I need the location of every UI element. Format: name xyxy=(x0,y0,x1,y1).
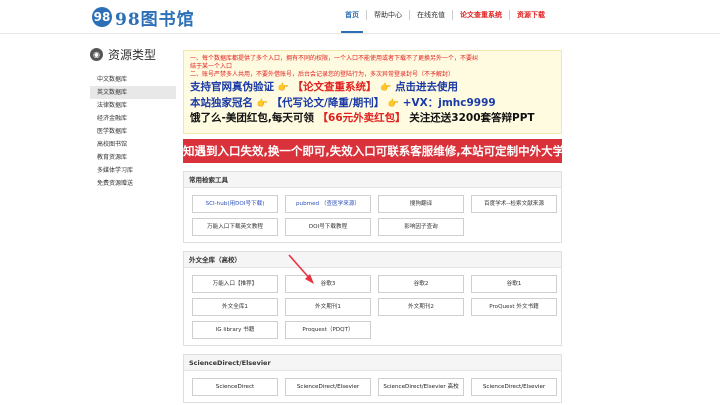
red-packet-link[interactable]: 【66元外卖红包】 xyxy=(318,112,406,124)
sidebar: ◉ 资源类型 中文数据库 英文数据库 法律数据库 经济金融库 医学数据库 高校图书馆 教育资… xyxy=(90,46,176,190)
nav-item-0[interactable]: 首页 xyxy=(338,10,366,20)
plagiarism-system-link[interactable]: 【论文查重系统】 xyxy=(293,81,377,93)
sidebar-item[interactable]: 教育资源库 xyxy=(90,151,176,164)
promo-line-1: 支持官网真伪验证 👉 【论文查重系统】 👉 点击进去使用 xyxy=(190,81,555,95)
site-logo[interactable]: 98 98图书馆 xyxy=(92,6,195,30)
sidebar-item[interactable]: 医学数据库 xyxy=(90,125,176,138)
nav-item-1[interactable]: 帮助中心 xyxy=(366,10,409,20)
pointing-hand-icon: 👉 xyxy=(277,83,289,93)
resource-entry-button[interactable]: ScienceDirect/Elsevier xyxy=(285,378,371,396)
logo-badge: 98 xyxy=(92,7,112,27)
resource-section: ScienceDirect/Elsevier ScienceDirect Scien… xyxy=(183,354,562,403)
sidebar-item[interactable]: 高校图书馆 xyxy=(90,138,176,151)
resource-entry-button[interactable]: SCI-hub(用DOI号下载) xyxy=(192,195,278,213)
section-title: 常用检索工具 xyxy=(184,172,561,188)
resource-entry-button[interactable]: 影响因子查询 xyxy=(378,218,464,236)
nav-item-4[interactable]: 资源下载 xyxy=(509,10,552,20)
notice-line-2: 结于某一个入口 xyxy=(190,63,233,70)
writing-service-link[interactable]: 【代写论文/降重/期刊】 xyxy=(272,97,385,109)
resource-entry-button[interactable]: ProQuest 外文书籍 xyxy=(471,298,557,316)
logo-text: 98图书馆 xyxy=(115,9,195,30)
resource-entry-button[interactable]: IG library 书籍 xyxy=(192,321,278,339)
resource-entry-button[interactable]: Proquest（PDQT） xyxy=(285,321,371,339)
resource-type-icon: ◉ xyxy=(90,48,103,61)
pointing-hand-icon: 👉 xyxy=(387,99,400,109)
resource-entry-button[interactable]: ScienceDirect/Elsevier 高校 xyxy=(378,378,464,396)
sidebar-item[interactable]: 免费资源赠送 xyxy=(90,177,176,190)
section-button-grid: ScienceDirect ScienceDirect/Elsevier Scien… xyxy=(184,371,561,402)
nav-active-underline xyxy=(341,31,363,33)
resource-entry-button[interactable]: 外文期刊1 xyxy=(285,298,371,316)
nav-item-3[interactable]: 论文查重系统 xyxy=(452,10,509,20)
food-delivery-text: 饿了么-美团红包,每天可领 xyxy=(190,112,314,124)
main-nav: 首页 帮助中心 在线充值 论文查重系统 资源下载 xyxy=(338,10,552,20)
section-button-grid: SCI-hub(用DOI号下载) pubmed （查医学来源） 搜狗翻译 百度学术--… xyxy=(184,188,561,242)
click-to-use-link[interactable]: 点击进去使用 xyxy=(395,81,458,93)
main-content: 一、每个数据库都提供了多个入口，拥有不同的权限，一个入口不能使用或者下载不了更换… xyxy=(183,50,562,403)
sidebar-title-text: 资源类型 xyxy=(108,48,157,62)
sidebar-item[interactable]: 经济金融库 xyxy=(90,112,176,125)
pointing-hand-icon: 👉 xyxy=(380,83,392,93)
top-bar: 98 98图书馆 首页 帮助中心 在线充值 论文查重系统 资源下载 xyxy=(0,0,720,34)
sidebar-title: ◉ 资源类型 xyxy=(90,46,176,63)
resource-entry-button[interactable]: DOI号下载教程 xyxy=(285,218,371,236)
resource-entry-button[interactable]: pubmed （查医学来源） xyxy=(285,195,371,213)
resource-section: 常用检索工具 SCI-hub(用DOI号下载) pubmed （查医学来源） 搜狗翻译… xyxy=(183,171,562,243)
promo-line-3: 饿了么-美团红包,每天可领 【66元外卖红包】 关注还送3200套答辩PPT xyxy=(190,111,555,125)
pointing-hand-icon: 👉 xyxy=(256,99,268,109)
sidebar-item[interactable]: 法律数据库 xyxy=(90,99,176,112)
resource-entry-button[interactable]: 谷歌1 xyxy=(471,275,557,293)
notice-box: 一、每个数据库都提供了多个入口，拥有不同的权限，一个入口不能使用或者下载不了更换… xyxy=(183,50,562,134)
section-button-grid: 万能入口【推荐】 谷歌3 谷歌2 谷歌1 外文全库1 外文期刊1 外文期刊2 ProQuest… xyxy=(184,268,561,345)
sidebar-item[interactable]: 英文数据库 xyxy=(90,86,176,99)
resource-entry-button[interactable]: 外文全库1 xyxy=(192,298,278,316)
notice-line-1: 一、每个数据库都提供了多个入口，拥有不同的权限，一个入口不能使用或者下载不了更换… xyxy=(190,55,479,62)
resource-entry-button[interactable]: 万能入口下载英文教程 xyxy=(192,218,278,236)
resource-entry-button[interactable]: ScienceDirect xyxy=(192,378,278,396)
wechat-contact: +VX：jmhc9999 xyxy=(402,97,496,109)
promo-line-2: 本站独家冠名 👉 【代写论文/降重/期刊】 👉 +VX：jmhc9999 xyxy=(190,97,555,111)
section-title: ScienceDirect/Elsevier xyxy=(184,355,561,371)
resource-entry-button[interactable]: 搜狗翻译 xyxy=(378,195,464,213)
promo-exclusive-text: 本站独家冠名 xyxy=(190,97,253,109)
ppt-offer-text: 关注还送3200套答辩PPT xyxy=(409,112,535,124)
resource-entry-button[interactable]: 万能入口【推荐】 xyxy=(192,275,278,293)
section-title: 外文全库（高校） xyxy=(184,252,561,268)
sidebar-item[interactable]: 多媒体学习库 xyxy=(90,164,176,177)
resource-entry-button[interactable]: 百度学术--检索文献来源 xyxy=(471,195,557,213)
sidebar-item[interactable]: 中文数据库 xyxy=(90,73,176,86)
red-arrow-icon xyxy=(288,254,314,284)
resource-entry-button[interactable]: ScienceDirect/Elsevier xyxy=(471,378,557,396)
entry-failure-banner: 知遇到入口失效,换一个即可,失效入口可联系客服维修,本站可定制中外大学帐号 xyxy=(183,139,562,163)
nav-item-2[interactable]: 在线充值 xyxy=(409,10,452,20)
promo-verify-text: 支持官网真伪验证 xyxy=(190,81,274,93)
resource-entry-button[interactable]: 谷歌2 xyxy=(378,275,464,293)
notice-line-3: 二、账号严禁多人共用，不要外借账号，后台会记录您的登陆行为，多次异常登录封号（不… xyxy=(190,71,455,78)
resource-section: 外文全库（高校） 万能入口【推荐】 谷歌3 谷歌2 谷歌1 外文全库1 外文期刊1 外文期刊2… xyxy=(183,251,562,346)
resource-entry-button[interactable]: 外文期刊2 xyxy=(378,298,464,316)
